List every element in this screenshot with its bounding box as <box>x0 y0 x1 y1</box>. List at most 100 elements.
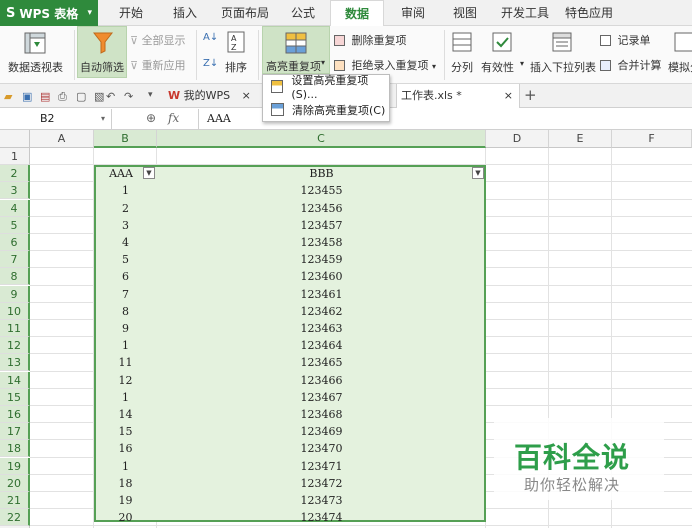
cell-bbb[interactable]: 123459 <box>157 251 486 268</box>
row-header[interactable]: 6 <box>0 234 30 251</box>
header-cell-bbb[interactable]: BBB <box>157 165 486 182</box>
cell-aaa[interactable]: 3 <box>94 217 157 234</box>
fx-icon[interactable]: fx <box>168 111 179 125</box>
filter-dropdown-icon[interactable]: ▼ <box>472 167 484 179</box>
cell-bbb[interactable]: 123467 <box>157 389 486 406</box>
column-header-b[interactable]: B <box>94 130 157 148</box>
cell-bbb[interactable]: 123471 <box>157 458 486 475</box>
customize-quick-access-icon[interactable]: ▾ <box>148 90 153 100</box>
row-header[interactable]: 4 <box>0 199 30 217</box>
row-header[interactable]: 10 <box>0 302 30 320</box>
sort-desc-icon[interactable]: Z↓ <box>203 56 218 69</box>
split-columns-button[interactable]: 分列 <box>448 28 476 78</box>
cell-aaa[interactable]: 12 <box>94 372 157 389</box>
row-header[interactable]: 2 <box>0 165 30 183</box>
row-header[interactable]: 18 <box>0 440 30 458</box>
tab-my-wps[interactable]: W 我的WPS × <box>164 84 256 108</box>
cell-bbb[interactable]: 123466 <box>157 372 486 389</box>
header-cell-aaa[interactable]: AAA <box>96 165 146 182</box>
cell-aaa[interactable]: 7 <box>94 286 157 303</box>
cell-bbb[interactable]: 123468 <box>157 406 486 423</box>
tab-developer[interactable]: 开发工具 <box>496 0 554 26</box>
print-icon[interactable]: ⎙ <box>58 90 67 104</box>
row-header[interactable]: 22 <box>0 509 30 527</box>
row-header[interactable]: 5 <box>0 216 30 234</box>
show-all-button[interactable]: ⊽ 全部显示 <box>130 32 186 48</box>
row-header[interactable]: 3 <box>0 182 30 200</box>
record-form-button[interactable]: 记录单 <box>600 32 651 48</box>
cell-bbb[interactable]: 123470 <box>157 440 486 457</box>
highlight-duplicates-button[interactable]: 高亮重复项 ▾ <box>262 26 330 74</box>
tab-special-apps[interactable]: 特色应用 <box>558 0 620 26</box>
tab-insert[interactable]: 插入 <box>162 0 208 26</box>
open-folder-icon[interactable]: ▰ <box>4 90 12 103</box>
row-header[interactable]: 1 <box>0 148 30 165</box>
column-header-f[interactable]: F <box>612 130 692 148</box>
cell-bbb[interactable]: 123460 <box>157 268 486 285</box>
zoom-search-icon[interactable]: ⊕ <box>146 111 156 125</box>
row-header[interactable]: 19 <box>0 457 30 475</box>
row-header[interactable]: 9 <box>0 285 30 303</box>
print-preview-icon[interactable]: ▢ <box>76 90 86 103</box>
cell-bbb[interactable]: 123456 <box>157 200 486 217</box>
cell-aaa[interactable]: 15 <box>94 423 157 440</box>
cell-aaa[interactable]: 8 <box>94 303 157 320</box>
redo-icon[interactable]: ↷ <box>124 90 133 103</box>
cell-aaa[interactable]: 11 <box>94 354 157 371</box>
close-icon[interactable]: × <box>242 89 251 102</box>
row-header[interactable]: 21 <box>0 492 30 509</box>
cell-bbb[interactable]: 123463 <box>157 320 486 337</box>
row-header[interactable]: 15 <box>0 388 30 406</box>
cell-aaa[interactable]: 19 <box>94 492 157 509</box>
reject-duplicates-button[interactable]: 拒绝录入重复项 ▾ <box>334 57 436 73</box>
chevron-down-icon[interactable]: ▾ <box>101 109 105 129</box>
cell-aaa[interactable]: 16 <box>94 440 157 457</box>
cell-bbb[interactable]: 123455 <box>157 182 486 199</box>
row-header[interactable]: 16 <box>0 406 30 423</box>
row-header[interactable]: 13 <box>0 354 30 372</box>
close-icon[interactable]: × <box>504 84 513 108</box>
select-all-corner[interactable] <box>0 130 30 148</box>
cell-aaa[interactable]: 4 <box>94 234 157 251</box>
sort-asc-icon[interactable]: A↓ <box>203 30 218 43</box>
column-header-e[interactable]: E <box>549 130 612 148</box>
cell-aaa[interactable]: 1 <box>94 458 157 475</box>
merge-calculation-button[interactable]: 合并计算 <box>600 57 662 73</box>
format-painter-icon[interactable]: ▧ <box>94 90 104 103</box>
cell-bbb[interactable]: 123464 <box>157 337 486 354</box>
app-menu-button[interactable]: S WPS 表格 ▾ <box>0 0 98 26</box>
row-header[interactable]: 17 <box>0 423 30 441</box>
cell-aaa[interactable]: 6 <box>94 268 157 285</box>
cell-bbb[interactable]: 123465 <box>157 354 486 371</box>
cell-bbb[interactable]: 123473 <box>157 492 486 509</box>
validity-button[interactable]: 有效性 ▾ <box>480 28 526 78</box>
cell-aaa[interactable]: 1 <box>94 337 157 354</box>
cell-aaa[interactable]: 9 <box>94 320 157 337</box>
clear-highlight-duplicates-item[interactable]: 清除高亮重复项(C) <box>263 98 389 121</box>
add-tab-icon[interactable]: + <box>524 86 537 104</box>
name-box[interactable]: B2 ▾ <box>0 109 112 129</box>
tab-workbook[interactable]: 工作表.xls * × <box>396 84 520 108</box>
filter-dropdown-icon[interactable]: ▼ <box>143 167 155 179</box>
cell-aaa[interactable]: 1 <box>94 182 157 199</box>
tab-formulas[interactable]: 公式 <box>280 0 326 26</box>
cell-aaa[interactable]: 20 <box>94 509 157 526</box>
cell-bbb[interactable]: 123472 <box>157 475 486 492</box>
column-header-c[interactable]: C <box>157 130 486 148</box>
set-highlight-duplicates-item[interactable]: 设置高亮重复项(S)... <box>263 74 389 101</box>
tab-data[interactable]: 数据 <box>330 0 384 27</box>
sort-button[interactable]: A Z 排序 <box>222 28 252 78</box>
row-header[interactable]: 8 <box>0 268 30 286</box>
row-header[interactable]: 20 <box>0 474 30 492</box>
reapply-button[interactable]: ⊽ 重新应用 <box>130 57 186 73</box>
cell-aaa[interactable]: 1 <box>94 389 157 406</box>
pivot-table-button[interactable]: 数据透视表 <box>8 28 64 78</box>
export-pdf-icon[interactable]: ▤ <box>40 90 50 103</box>
cell-aaa[interactable]: 5 <box>94 251 157 268</box>
tab-view[interactable]: 视图 <box>442 0 488 26</box>
cell-aaa[interactable]: 2 <box>94 200 157 217</box>
row-header[interactable]: 7 <box>0 251 30 269</box>
autofilter-button[interactable]: 自动筛选 <box>77 26 127 78</box>
cell-bbb[interactable]: 123457 <box>157 217 486 234</box>
undo-icon[interactable]: ↶ <box>106 90 115 103</box>
